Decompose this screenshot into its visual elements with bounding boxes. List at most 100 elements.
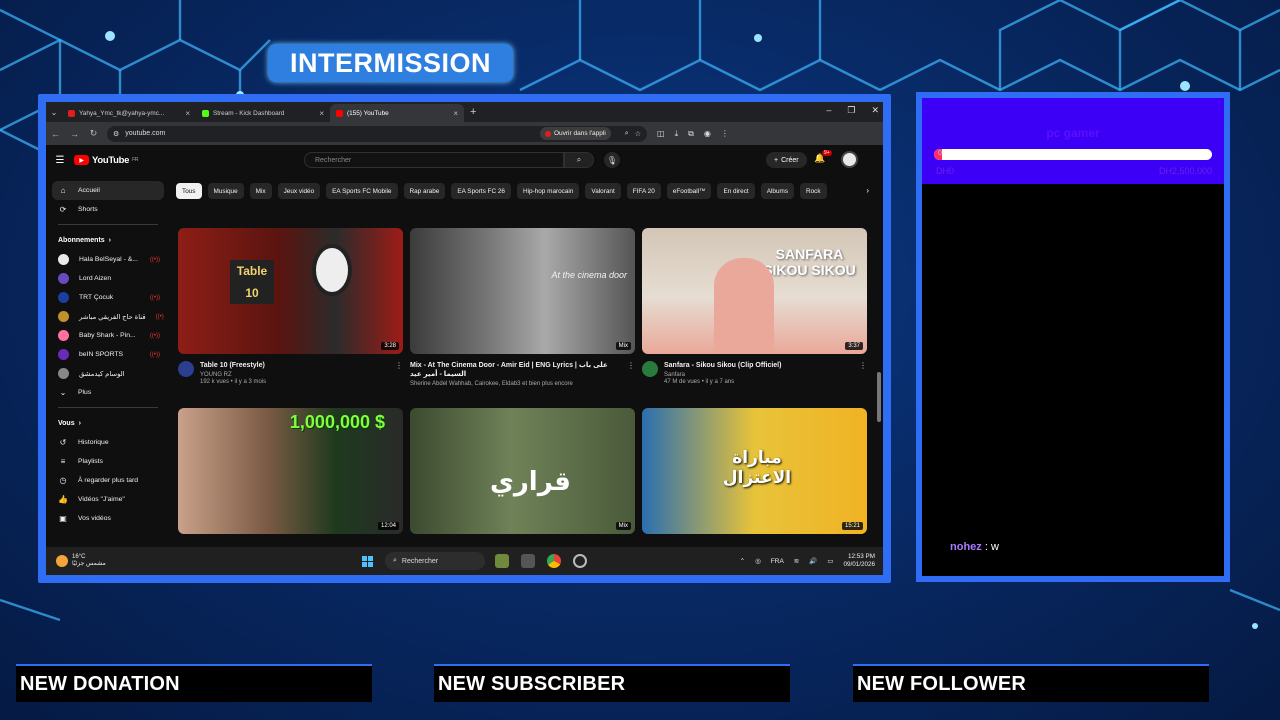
- sidebar-item-subscription[interactable]: TRT Çocuk ((•)): [52, 288, 164, 307]
- sidebar-item-subscription[interactable]: beIN SPORTS ((•)): [52, 345, 164, 364]
- chip[interactable]: EA Sports FC 26: [451, 183, 511, 199]
- sidebar-item-subscription[interactable]: الوسام كيدمشق: [52, 364, 164, 383]
- reload-icon[interactable]: ↻: [84, 128, 103, 139]
- sidebar-item-watch-later[interactable]: ◷ À regarder plus tard: [52, 471, 164, 490]
- chip[interactable]: eFootball™: [666, 183, 712, 199]
- sidebar-item-playlists[interactable]: ≡ Playlists: [52, 452, 164, 471]
- hamburger-menu-icon[interactable]: ☰: [46, 155, 74, 166]
- video-card[interactable]: قراري Mix: [410, 408, 635, 534]
- language-indicator[interactable]: FRA: [771, 558, 784, 565]
- chrome-icon[interactable]: [547, 554, 561, 568]
- sidebar-item-your-videos[interactable]: ▣ Vos vidéos: [52, 509, 164, 528]
- video-card[interactable]: Table 10 3:28 Table 10 (Freestyle) YOUNG…: [178, 228, 403, 385]
- open-in-app-button[interactable]: Ouvrir dans l'appli: [539, 127, 611, 140]
- video-card[interactable]: SANFARA SIKOU SIKOU 3:37 Sanfara - Sikou…: [642, 228, 867, 385]
- chip[interactable]: Hip-hop marocain: [516, 183, 580, 199]
- extensions-icon[interactable]: ◫: [657, 129, 665, 139]
- chip[interactable]: Albums: [760, 183, 795, 199]
- close-icon[interactable]: ×: [453, 109, 458, 118]
- url-field[interactable]: ⚙ youtube.com Ouvrir dans l'appli ⌕ ☆: [107, 125, 647, 142]
- video-title[interactable]: Table 10 (Freestyle): [200, 361, 389, 370]
- scrollbar[interactable]: [877, 372, 881, 422]
- video-card[interactable]: 1,000,000 $ 12:04: [178, 408, 403, 534]
- chip[interactable]: En direct: [717, 183, 755, 199]
- video-title[interactable]: Mix - At The Cinema Door - Amir Eid | EN…: [410, 361, 621, 379]
- taskbar-search[interactable]: ⌕ Rechercher: [385, 552, 485, 570]
- chevron-up-icon[interactable]: ⌃: [740, 557, 745, 565]
- more-options-icon[interactable]: ⋮: [859, 361, 867, 385]
- forward-icon[interactable]: →: [65, 129, 84, 139]
- chip[interactable]: EA Sports FC Mobile: [326, 183, 398, 199]
- sidebar-item-shorts[interactable]: ⟳ Shorts: [52, 200, 164, 219]
- chip[interactable]: Tous: [176, 183, 202, 199]
- more-options-icon[interactable]: ⋮: [395, 361, 403, 385]
- sidebar-item-home[interactable]: ⌂ Accueil: [52, 181, 164, 200]
- channel-name[interactable]: Sanfara: [664, 372, 853, 378]
- cast-icon[interactable]: ⧉: [688, 129, 694, 139]
- video-thumbnail[interactable]: قراري Mix: [410, 408, 635, 534]
- avatar[interactable]: [841, 151, 858, 168]
- obs-icon[interactable]: [573, 554, 587, 568]
- sidebar-item-more[interactable]: ⌄ Plus: [52, 383, 164, 402]
- restore-icon[interactable]: ❐: [847, 105, 855, 116]
- wifi-icon[interactable]: ≋: [794, 557, 799, 565]
- chevron-right-icon[interactable]: ›: [866, 186, 869, 195]
- sidebar-item-history[interactable]: ↺ Historique: [52, 433, 164, 452]
- menu-icon[interactable]: ⋮: [721, 129, 729, 139]
- sidebar-item-subscription[interactable]: Baby Shark - Pin... ((•)): [52, 326, 164, 345]
- video-thumbnail[interactable]: At the cinema door Mix: [410, 228, 635, 354]
- tab-mail[interactable]: Yahya_Ymc_tk@yahya-ymc... ×: [62, 104, 196, 122]
- tab-search-icon[interactable]: ⌄: [46, 108, 62, 117]
- voice-search-button[interactable]: 🎙: [604, 152, 620, 168]
- close-icon[interactable]: ×: [185, 109, 190, 118]
- chip[interactable]: FIFA 20: [626, 183, 661, 199]
- channel-name[interactable]: YOUNG RZ: [200, 372, 389, 378]
- zoom-icon[interactable]: ⌕: [625, 130, 629, 138]
- video-thumbnail[interactable]: 1,000,000 $ 12:04: [178, 408, 403, 534]
- minimize-icon[interactable]: –: [826, 105, 831, 116]
- profile-icon[interactable]: ◉: [704, 129, 711, 139]
- task-view-icon[interactable]: [521, 554, 535, 568]
- back-icon[interactable]: ←: [46, 129, 65, 139]
- windows-start-icon[interactable]: [362, 555, 373, 567]
- pinned-app-icon[interactable]: [495, 554, 509, 568]
- chip[interactable]: Valorant: [585, 183, 621, 199]
- bookmark-star-icon[interactable]: ☆: [635, 130, 641, 138]
- close-window-icon[interactable]: ✕: [871, 105, 879, 116]
- chip[interactable]: Musique: [207, 183, 244, 199]
- video-card[interactable]: At the cinema door Mix Mix - At The Cine…: [410, 228, 635, 387]
- download-icon[interactable]: ⤓: [675, 129, 679, 139]
- chip[interactable]: Rap arabe: [403, 183, 446, 199]
- video-title[interactable]: Sanfara - Sikou Sikou (Clip Officiel): [664, 361, 853, 370]
- channel-avatar[interactable]: [178, 361, 194, 377]
- more-options-icon[interactable]: ⋮: [627, 361, 635, 387]
- video-thumbnail[interactable]: مباراة الاعتزال 15:21: [642, 408, 867, 534]
- tray-app-icon[interactable]: ◎: [755, 557, 761, 565]
- close-icon[interactable]: ×: [319, 109, 324, 118]
- sidebar-item-liked[interactable]: 👍 Vidéos "J'aime": [52, 490, 164, 509]
- chip[interactable]: Rock: [800, 183, 827, 199]
- volume-icon[interactable]: 🔊: [809, 557, 817, 565]
- weather-widget[interactable]: 16°C مشمس جزئيًا: [46, 554, 346, 568]
- subscriptions-heading[interactable]: Abonnements ›: [52, 230, 164, 250]
- sidebar-item-subscription[interactable]: Hala BelSeyal - &... ((•)): [52, 250, 164, 269]
- new-tab-button[interactable]: +: [470, 106, 476, 118]
- video-thumbnail[interactable]: SANFARA SIKOU SIKOU 3:37: [642, 228, 867, 354]
- video-card[interactable]: مباراة الاعتزال 15:21: [642, 408, 867, 534]
- channel-avatar[interactable]: [642, 361, 658, 377]
- video-thumbnail[interactable]: Table 10 3:28: [178, 228, 403, 354]
- search-button[interactable]: ⌕: [564, 152, 594, 168]
- search-input[interactable]: Rechercher: [304, 152, 564, 168]
- sidebar-item-subscription[interactable]: قناة حاج الفريقي مباشر ((•)): [52, 307, 164, 326]
- create-button[interactable]: + Créer: [766, 152, 807, 168]
- chip[interactable]: Jeux vidéo: [277, 183, 321, 199]
- tab-youtube[interactable]: (155) YouTube ×: [330, 104, 464, 122]
- battery-icon[interactable]: ▭: [827, 557, 833, 565]
- channel-name[interactable]: Sherine Abdel Wahhab, Cairokee, Eldab3 e…: [410, 381, 621, 387]
- tab-kick[interactable]: Stream - Kick Dashboard ×: [196, 104, 330, 122]
- site-info-icon[interactable]: ⚙: [113, 130, 119, 138]
- youtube-logo[interactable]: ▶ YouTube FR: [74, 155, 139, 166]
- you-heading[interactable]: Vous ›: [52, 413, 164, 433]
- sidebar-item-subscription[interactable]: Lord Aizen: [52, 269, 164, 288]
- chip[interactable]: Mix: [249, 183, 272, 199]
